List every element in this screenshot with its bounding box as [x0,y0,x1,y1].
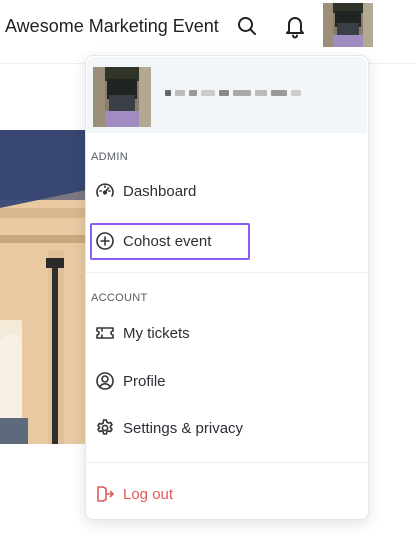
menu-item-my-tickets[interactable]: My tickets [91,316,251,350]
user-name-redacted [165,87,315,99]
account-section-label: ACCOUNT [91,292,148,304]
speedometer-icon [95,181,115,201]
divider [86,272,368,273]
user-card [87,57,367,133]
notifications-button[interactable] [283,13,307,39]
plus-circle-icon [95,231,115,251]
avatar [93,67,151,127]
menu-item-label: My tickets [123,324,190,342]
event-cover-image [0,130,86,444]
search-icon [238,17,256,35]
admin-section-label: ADMIN [91,151,128,163]
menu-item-dashboard[interactable]: Dashboard [91,174,251,208]
menu-item-label: Profile [123,372,166,390]
ticket-icon [95,323,115,343]
logout-icon [95,484,115,504]
menu-item-label: Settings & privacy [123,419,244,437]
menu-item-settings-privacy[interactable]: Settings & privacy [91,411,291,445]
user-avatar-button[interactable] [323,3,373,47]
menu-item-label: Dashboard [123,182,197,200]
menu-item-label: Log out [123,485,174,503]
menu-item-label: Cohost event [123,232,212,250]
menu-item-log-out[interactable]: Log out [91,477,251,511]
avatar [323,3,373,47]
gear-icon [95,418,115,438]
bell-icon [286,17,304,39]
user-circle-icon [95,371,115,391]
menu-item-profile[interactable]: Profile [91,364,251,398]
divider [86,462,368,463]
search-button[interactable] [235,14,259,38]
user-dropdown-menu: ADMIN Dashboard Cohost event ACCOUNT My … [85,55,369,520]
event-title: Awesome Marketing Event [5,16,219,36]
menu-item-cohost-event[interactable]: Cohost event [91,224,251,258]
